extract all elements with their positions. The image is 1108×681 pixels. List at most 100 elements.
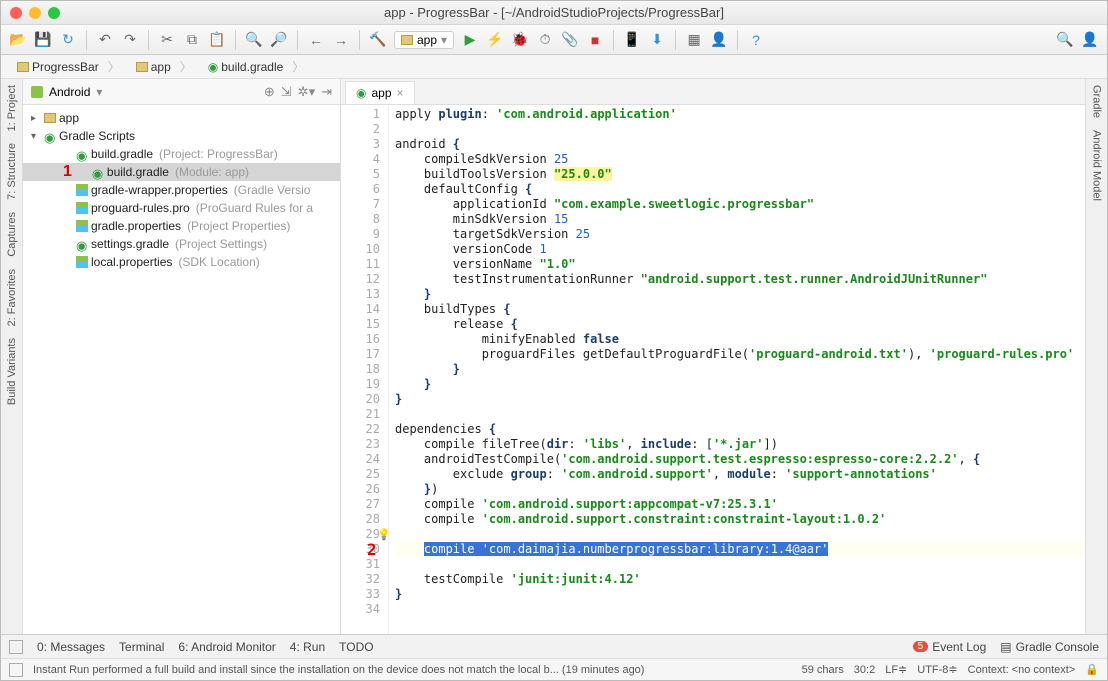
title-bar: app - ProgressBar - [~/AndroidStudioProj… <box>1 1 1107 25</box>
profile-icon[interactable]: ⏱ <box>536 31 554 49</box>
editor-tabs: ◉ app × <box>341 79 1085 105</box>
code-content[interactable]: apply plugin: 'com.android.application' … <box>389 105 1085 634</box>
code-editor[interactable]: 1234567891011121314151617181920212223242… <box>341 105 1085 634</box>
status-caret-pos[interactable]: 30:2 <box>854 664 875 676</box>
status-encoding[interactable]: UTF-8≑ <box>917 663 957 676</box>
window-title: app - ProgressBar - [~/AndroidStudioProj… <box>1 5 1107 20</box>
folder-icon <box>17 62 29 72</box>
tree-item[interactable]: 1build.gradle(Module: app) <box>23 163 340 181</box>
line-gutter: 1234567891011121314151617181920212223242… <box>341 105 389 634</box>
scroll-from-source-icon[interactable]: ⊕ <box>264 84 275 100</box>
tree-item[interactable]: gradle.properties(Project Properties) <box>23 217 340 235</box>
project-header: Android ▾ ⊕ ⇲ ✲▾ ⇥ <box>23 79 340 105</box>
forward-icon[interactable]: → <box>332 31 350 49</box>
annotation-marker: 1 <box>63 163 72 181</box>
status-line-sep[interactable]: LF≑ <box>885 663 907 676</box>
status-bar: Instant Run performed a full build and i… <box>1 658 1107 680</box>
status-lock-icon[interactable]: 🔒 <box>1085 663 1099 676</box>
tool-tab[interactable]: Android Model <box>1089 124 1105 207</box>
bottom-tool-button[interactable]: 6: Android Monitor <box>178 640 275 654</box>
status-chars: 59 chars <box>802 664 844 676</box>
project-view-label[interactable]: Android <box>49 85 90 99</box>
stop-icon[interactable]: ■ <box>586 31 604 49</box>
folder-icon <box>44 113 56 123</box>
attach-icon[interactable]: 📎 <box>561 31 579 49</box>
module-icon <box>401 35 413 45</box>
tool-tab[interactable]: 7: Structure <box>4 137 20 206</box>
bottom-tool-button[interactable]: TODO <box>339 640 373 654</box>
right-tool-strip: GradleAndroid Model <box>1085 79 1107 634</box>
paste-icon[interactable]: 📋 <box>208 31 226 49</box>
breadcrumb-item[interactable]: app <box>128 58 200 75</box>
apply-changes-icon[interactable]: ⚡ <box>486 31 504 49</box>
tool-tab[interactable]: Captures <box>4 206 20 263</box>
run-config-label: app <box>417 33 437 47</box>
tool-tab[interactable]: Gradle <box>1089 79 1105 124</box>
android-icon <box>31 86 43 98</box>
tool-tab[interactable]: 2: Favorites <box>4 263 20 332</box>
status-icon[interactable] <box>9 663 23 677</box>
sync-icon[interactable]: ↻ <box>59 31 77 49</box>
hide-icon[interactable]: ⇥ <box>321 84 332 100</box>
collapse-icon[interactable]: ⇲ <box>281 84 292 100</box>
tree-item[interactable]: ▾Gradle Scripts <box>23 127 340 145</box>
tree-item[interactable]: gradle-wrapper.properties(Gradle Versio <box>23 181 340 199</box>
theme-editor-icon[interactable]: 👤 <box>710 31 728 49</box>
event-log-badge: 5 <box>913 641 929 652</box>
breadcrumb-item[interactable]: ◉build.gradle <box>200 58 313 75</box>
event-log-button[interactable]: 5 Event Log <box>913 640 987 654</box>
prop-icon <box>76 256 88 268</box>
debug-icon[interactable]: 🐞 <box>511 31 529 49</box>
back-icon[interactable]: ← <box>307 31 325 49</box>
run-config-selector[interactable]: app ▾ <box>394 31 454 49</box>
save-icon[interactable]: 💾 <box>34 31 52 49</box>
copy-icon[interactable]: ⧉ <box>183 31 201 49</box>
close-tab-icon[interactable]: × <box>397 86 404 100</box>
run-icon[interactable]: ▶ <box>461 31 479 49</box>
breadcrumb-item[interactable]: ProgressBar <box>9 58 128 75</box>
help-icon[interactable]: ? <box>747 31 765 49</box>
redo-icon[interactable]: ↷ <box>121 31 139 49</box>
make-icon[interactable]: 🔨 <box>369 31 387 49</box>
gradle-icon <box>92 166 104 178</box>
status-context[interactable]: Context: <no context> <box>968 664 1076 676</box>
project-tool-window: Android ▾ ⊕ ⇲ ✲▾ ⇥ ▸app▾Gradle Scriptsbu… <box>23 79 341 634</box>
bottom-tool-button[interactable]: Terminal <box>119 640 164 654</box>
prop-icon <box>76 184 88 196</box>
bottom-tool-button[interactable]: 4: Run <box>290 640 325 654</box>
tool-tab[interactable]: Build Variants <box>4 332 20 411</box>
tree-item[interactable]: proguard-rules.pro(ProGuard Rules for a <box>23 199 340 217</box>
settings-icon[interactable]: ✲▾ <box>298 84 315 100</box>
bottom-tool-bar: 0: Messages Terminal 6: Android Monitor 4: … <box>1 634 1107 658</box>
prop-icon <box>76 202 88 214</box>
intention-bulb-icon[interactable]: 💡 <box>377 527 391 542</box>
open-icon[interactable]: 📂 <box>9 31 27 49</box>
editor-tab-label: app <box>371 86 391 100</box>
tree-item[interactable]: local.properties(SDK Location) <box>23 253 340 271</box>
user-icon[interactable]: 👤 <box>1081 31 1099 49</box>
prop-icon <box>76 220 88 232</box>
tree-item[interactable]: build.gradle(Project: ProgressBar) <box>23 145 340 163</box>
cut-icon[interactable]: ✂ <box>158 31 176 49</box>
tool-tab[interactable]: 1: Project <box>4 79 20 137</box>
replace-icon[interactable]: 🔎 <box>270 31 288 49</box>
avd-icon[interactable]: 📱 <box>623 31 641 49</box>
tree-item[interactable]: settings.gradle(Project Settings) <box>23 235 340 253</box>
search-everywhere-icon[interactable]: 🔍 <box>1056 31 1074 49</box>
main-toolbar: 📂 💾 ↻ ↶ ↷ ✂ ⧉ 📋 🔍 🔎 ← → 🔨 app ▾ ▶ ⚡ 🐞 ⏱ … <box>1 25 1107 55</box>
find-icon[interactable]: 🔍 <box>245 31 263 49</box>
layout-inspector-icon[interactable]: ▦ <box>685 31 703 49</box>
project-tree[interactable]: ▸app▾Gradle Scriptsbuild.gradle(Project:… <box>23 105 340 634</box>
gradle-icon <box>76 148 88 160</box>
left-tool-strip: 1: Project7: StructureCaptures2: Favorit… <box>1 79 23 634</box>
sdk-icon[interactable]: ⬇ <box>648 31 666 49</box>
gradle-console-button[interactable]: ▤Gradle Console <box>1000 640 1099 654</box>
bottom-tool-button[interactable]: 0: Messages <box>37 640 105 654</box>
status-message: Instant Run performed a full build and i… <box>33 664 644 676</box>
folder-icon <box>136 62 148 72</box>
toggle-tool-windows-icon[interactable] <box>9 640 23 654</box>
editor-tab-app[interactable]: ◉ app × <box>345 81 415 104</box>
tree-item[interactable]: ▸app <box>23 109 340 127</box>
undo-icon[interactable]: ↶ <box>96 31 114 49</box>
editor-area: ◉ app × 12345678910111213141516171819202… <box>341 79 1085 634</box>
